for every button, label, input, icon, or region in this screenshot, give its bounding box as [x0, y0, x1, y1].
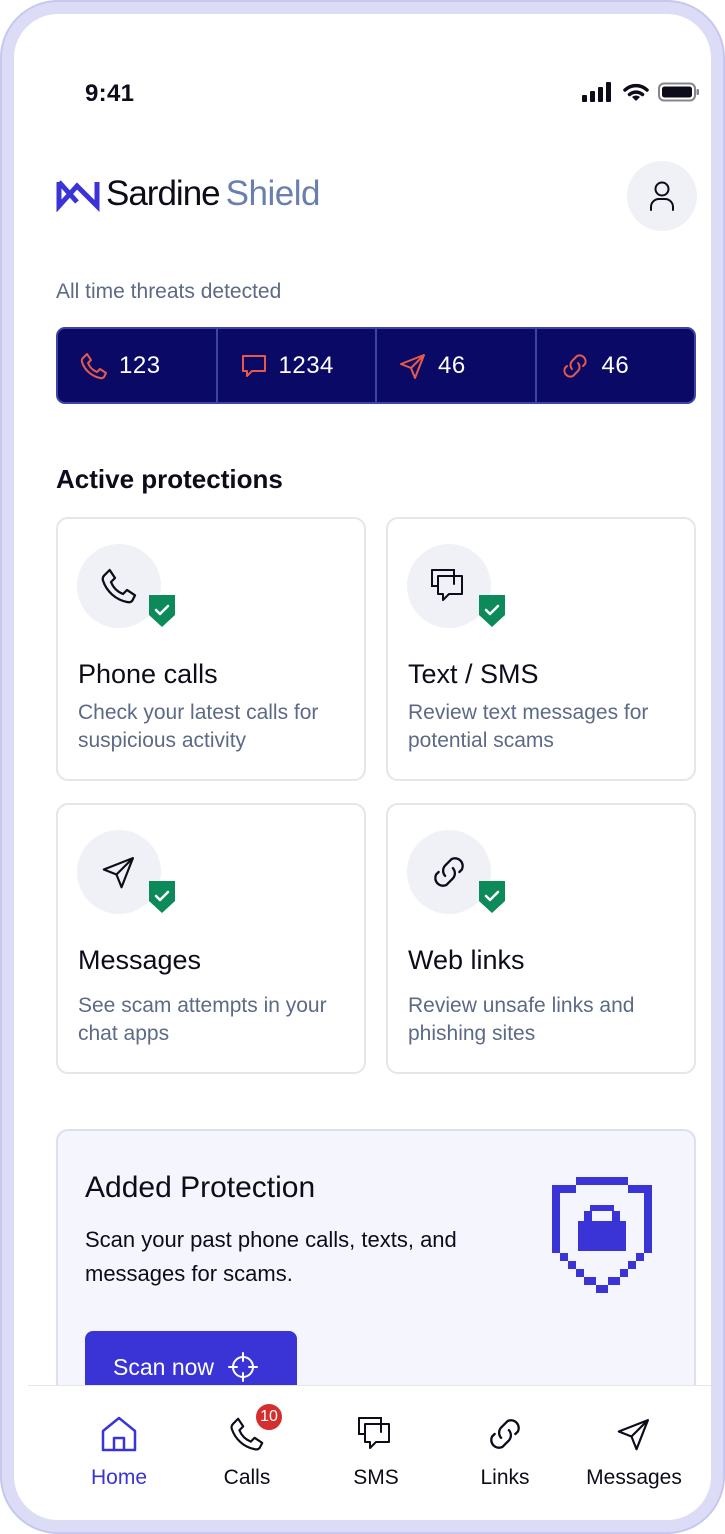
chat-icon [241, 354, 266, 377]
user-icon [650, 181, 674, 211]
tab-messages[interactable]: Messages [579, 1414, 689, 1490]
threat-links-count: 46 [601, 351, 630, 379]
link-icon [562, 353, 587, 378]
tab-label: Links [480, 1466, 530, 1489]
tab-calls[interactable]: 10 Calls [192, 1402, 302, 1490]
status-time: 9:41 [85, 80, 135, 107]
shield-check-icon [149, 595, 175, 627]
brand-logo[interactable]: Sardine Shield [56, 174, 320, 214]
card-title: Messages [78, 945, 202, 975]
threat-messages-count: 46 [438, 351, 466, 379]
brand-name-secondary: Shield [225, 174, 321, 213]
send-icon [617, 1418, 650, 1451]
card-text-sms[interactable]: Text / SMS Review text messages for pote… [386, 517, 696, 781]
tab-sms[interactable]: SMS [321, 1414, 431, 1490]
card-title: Phone calls [78, 659, 218, 689]
tab-home[interactable]: Home [64, 1414, 174, 1490]
promo-title: Added Protection [85, 1171, 316, 1204]
card-description: Review text messages for potential scams [408, 701, 649, 752]
device-frame: 9:41 Sardine Shield All time threats det… [0, 0, 725, 1534]
card-messages[interactable]: Messages See scam attempts in your chat … [56, 803, 366, 1074]
phone-icon [101, 568, 137, 604]
pixel-shield-lock-icon [552, 1177, 652, 1293]
bottom-tab-bar: Home 10 Calls SMS Links Messages [28, 1385, 711, 1520]
tab-label: Calls [223, 1466, 271, 1489]
section-title-active-protections: Active protections [56, 464, 283, 494]
threat-messages[interactable]: 46 [377, 329, 537, 402]
signal-icon [582, 82, 611, 102]
tab-label: Home [90, 1466, 148, 1489]
send-icon [102, 856, 135, 889]
threats-summary: 123 1234 46 46 [56, 327, 696, 404]
status-icons [582, 82, 700, 102]
threat-calls[interactable]: 123 [58, 329, 218, 402]
brand-name-primary: Sardine [106, 174, 221, 213]
link-icon [434, 857, 464, 887]
threat-calls-count: 123 [119, 351, 161, 379]
shield-check-icon [479, 881, 505, 913]
logo-mark-icon [56, 180, 100, 212]
card-description: Review unsafe links and phishing sites [408, 994, 635, 1045]
tab-label: Messages [586, 1466, 682, 1489]
card-title: Text / SMS [408, 659, 539, 689]
chat-bubbles-icon [358, 1417, 390, 1449]
scan-now-label: Scan now [113, 1353, 215, 1380]
chat-bubbles-icon [431, 569, 463, 601]
calls-count-badge: 10 [254, 1402, 284, 1432]
battery-icon [658, 82, 699, 102]
shield-check-icon [149, 881, 175, 913]
send-icon [400, 353, 425, 379]
threat-links[interactable]: 46 [537, 329, 695, 402]
shield-check-icon [479, 595, 505, 627]
phone-icon [80, 352, 107, 379]
threat-sms[interactable]: 1234 [218, 329, 377, 402]
card-description: See scam attempts in your chat apps [78, 994, 327, 1045]
card-description: Check your latest calls for suspicious a… [78, 701, 319, 752]
profile-button[interactable] [627, 161, 697, 231]
crosshair-icon [228, 1352, 259, 1382]
tab-links[interactable]: Links [450, 1414, 560, 1490]
card-title: Web links [408, 945, 525, 975]
wifi-icon [623, 83, 649, 101]
link-icon [490, 1419, 520, 1449]
home-icon [101, 1416, 137, 1452]
card-web-links[interactable]: Web links Review unsafe links and phishi… [386, 803, 696, 1074]
tab-label: SMS [353, 1466, 399, 1489]
card-phone-calls[interactable]: Phone calls Check your latest calls for … [56, 517, 366, 781]
threats-label: All time threats detected [56, 280, 282, 303]
promo-description: Scan your past phone calls, texts, and m… [85, 1227, 457, 1286]
threat-sms-count: 1234 [278, 351, 334, 379]
